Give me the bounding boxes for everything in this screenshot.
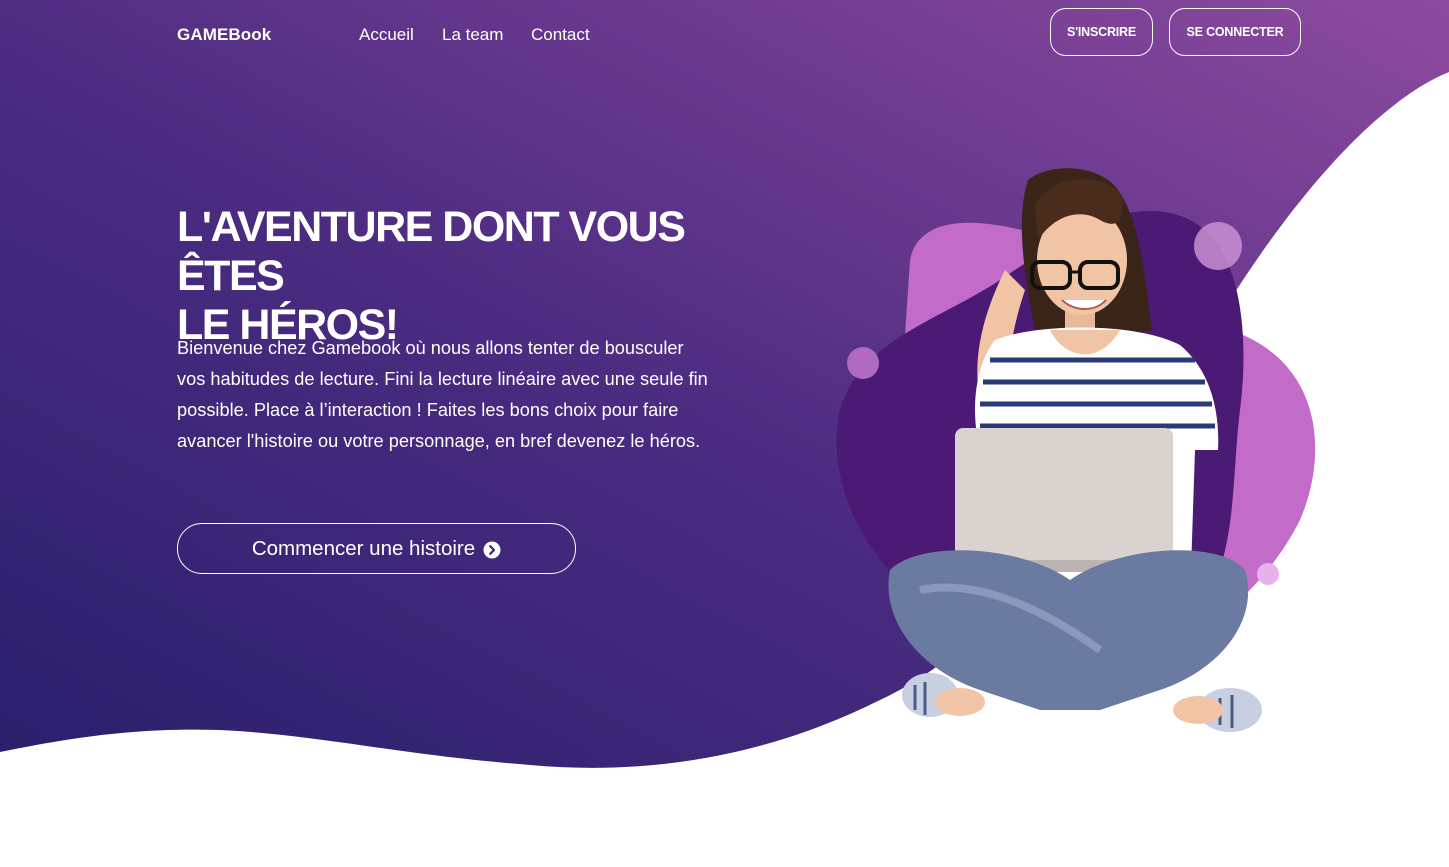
hero-intro-line: possible. Place à l’interaction ! Faites…: [177, 400, 679, 420]
hero-illustration: [836, 168, 1316, 732]
decor-bubble: [1194, 222, 1242, 270]
top-navbar: GAMEBook Accueil La team Contact S'INSCR…: [0, 0, 1449, 70]
brand-logo[interactable]: GAMEBook: [177, 25, 271, 45]
hero-title-line-1: L'AVENTURE DONT VOUS ÊTES: [177, 203, 686, 300]
nav-link-contact[interactable]: Contact: [531, 25, 590, 45]
hero-intro-line: Bienvenue chez Gamebook où nous allons t…: [177, 338, 684, 358]
login-button[interactable]: SE CONNECTER: [1169, 8, 1301, 56]
nav-link-accueil[interactable]: Accueil: [359, 25, 414, 45]
nav-link-la-team[interactable]: La team: [442, 25, 503, 45]
start-story-label: Commencer une histoire: [251, 536, 476, 560]
hero-intro: Bienvenue chez Gamebook où nous allons t…: [177, 333, 757, 457]
hero-intro-line: avancer l'histoire ou votre personnage, …: [177, 431, 701, 451]
hero-intro-line: vos habitudes de lecture. Fini la lectur…: [177, 369, 708, 389]
register-button[interactable]: S'INSCRIRE: [1050, 8, 1153, 56]
decor-bubble: [1257, 563, 1279, 585]
decor-bubble: [847, 347, 879, 379]
start-story-button[interactable]: Commencer une histoire: [177, 523, 576, 574]
hero-title: L'AVENTURE DONT VOUS ÊTES LE HÉROS!: [177, 203, 797, 350]
chevron-right-circle-icon: [483, 541, 501, 559]
